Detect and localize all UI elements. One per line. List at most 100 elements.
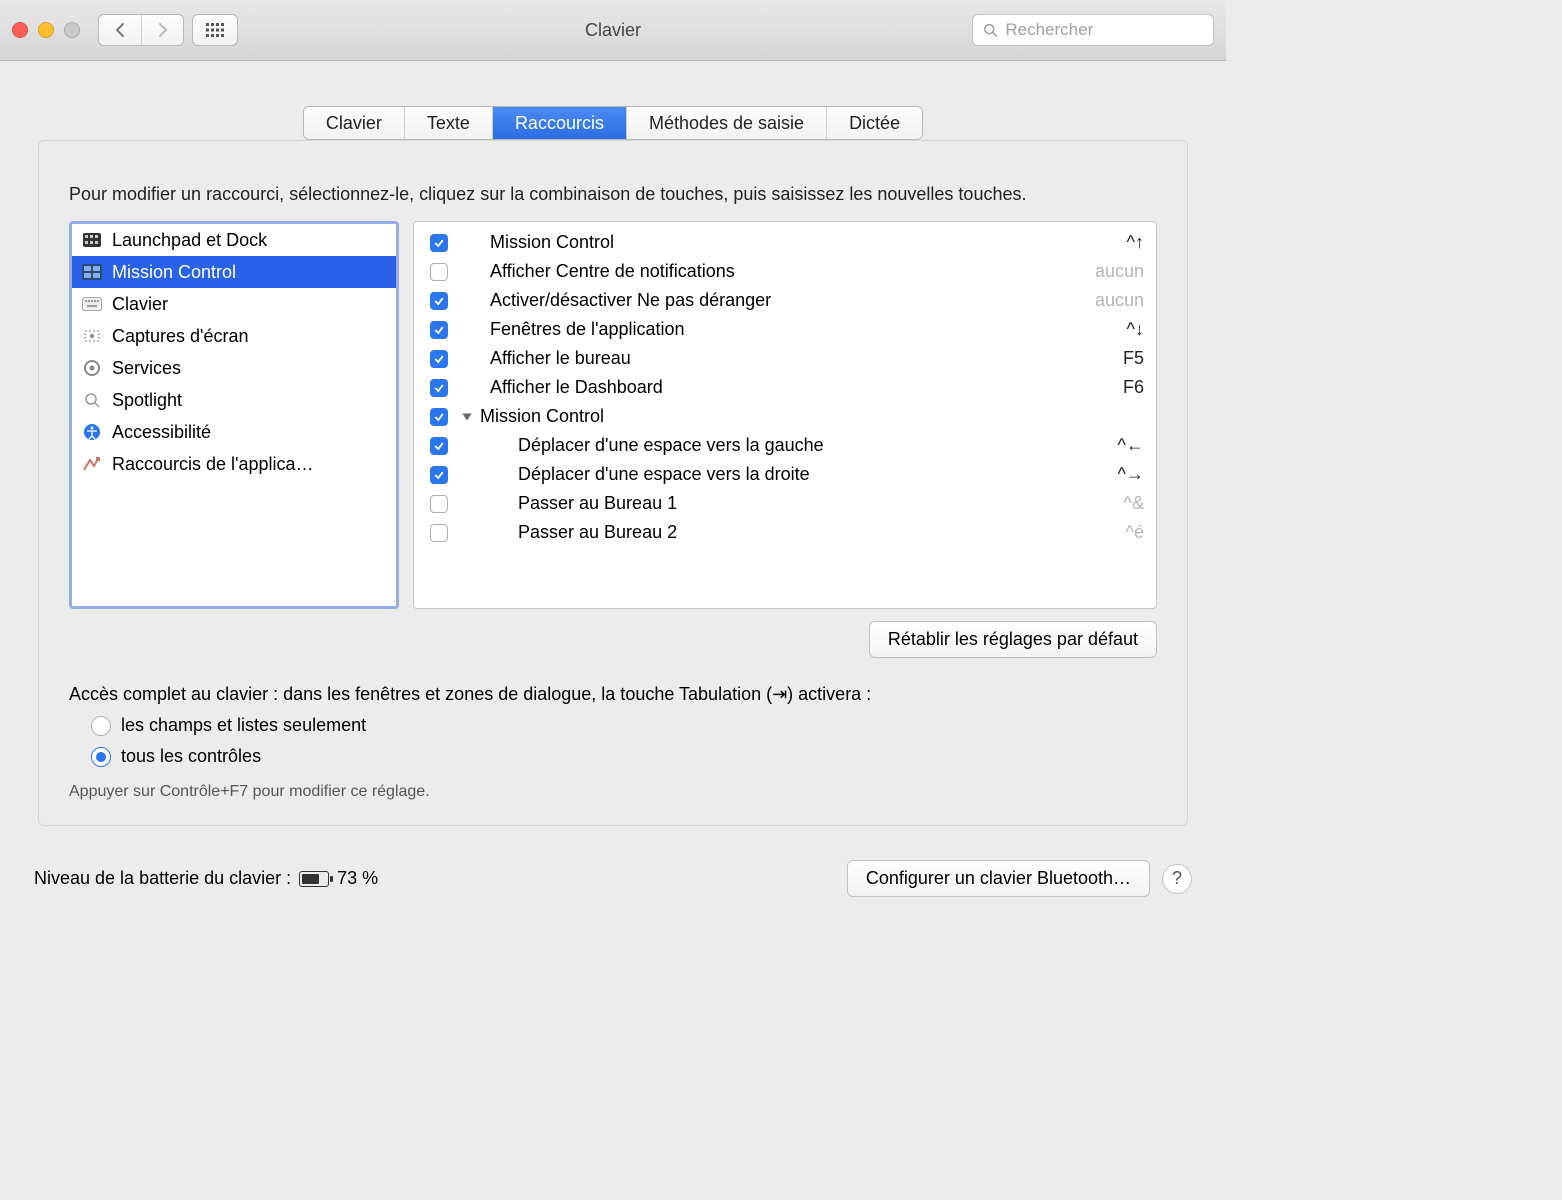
shortcut-row[interactable]: Déplacer d'une espace vers la gauche ^← xyxy=(414,431,1156,460)
category-label: Raccourcis de l'applica… xyxy=(112,454,314,475)
shortcut-label: Afficher le Dashboard xyxy=(490,377,1062,398)
shortcut-row[interactable]: Déplacer d'une espace vers la droite^→ xyxy=(414,460,1156,489)
shortcut-key[interactable]: ^& xyxy=(1074,493,1144,514)
category-label: Mission Control xyxy=(112,262,236,283)
search-input[interactable] xyxy=(1005,20,1203,40)
tab-clavier[interactable]: Clavier xyxy=(304,107,404,139)
search-field[interactable] xyxy=(972,14,1214,46)
capture-icon xyxy=(82,326,102,346)
spotlight-icon xyxy=(82,390,102,410)
shortcut-checkbox[interactable] xyxy=(430,292,448,310)
instruction-text: Pour modifier un raccourci, sélectionnez… xyxy=(69,181,1157,207)
battery-icon xyxy=(299,871,329,887)
shortcut-row[interactable]: Fenêtres de l'application ^↓ xyxy=(414,315,1156,344)
restore-defaults-button[interactable]: Rétablir les réglages par défaut xyxy=(869,621,1157,658)
shortcut-checkbox[interactable] xyxy=(430,321,448,339)
shortcut-key[interactable]: aucun xyxy=(1074,261,1144,282)
shortcut-label: Fenêtres de l'application xyxy=(490,319,1062,340)
shortcut-label: Afficher le bureau xyxy=(490,348,1062,369)
shortcut-checkbox[interactable] xyxy=(430,524,448,542)
category-gear[interactable]: Services xyxy=(72,352,396,384)
shortcut-checkbox[interactable] xyxy=(430,408,448,426)
category-capture[interactable]: Captures d'écran xyxy=(72,320,396,352)
category-mission[interactable]: Mission Control xyxy=(72,256,396,288)
category-label: Clavier xyxy=(112,294,168,315)
shortcut-key[interactable]: ^→ xyxy=(1074,464,1144,485)
search-icon xyxy=(983,22,997,38)
category-spotlight[interactable]: Spotlight xyxy=(72,384,396,416)
shortcut-checkbox[interactable] xyxy=(430,495,448,513)
shortcut-key[interactable]: ^↑ xyxy=(1074,232,1144,253)
shortcut-label: Passer au Bureau 2 xyxy=(490,522,1062,543)
shortcut-row[interactable]: Activer/désactiver Ne pas déranger aucun xyxy=(414,286,1156,315)
preferences-window: Clavier ClavierTexteRaccourcisMéthodes d… xyxy=(0,0,1226,915)
shortcut-checkbox[interactable] xyxy=(430,437,448,455)
show-all-button[interactable] xyxy=(192,14,238,46)
shortcut-label: Afficher Centre de notifications xyxy=(490,261,1062,282)
shortcut-row[interactable]: Mission Control^↑ xyxy=(414,228,1156,257)
category-keyboard[interactable]: Clavier xyxy=(72,288,396,320)
gear-icon xyxy=(82,358,102,378)
category-launchpad[interactable]: Launchpad et Dock xyxy=(72,224,396,256)
radio-button[interactable] xyxy=(91,716,111,736)
shortcut-row[interactable]: Afficher le Dashboard F6 xyxy=(414,373,1156,402)
tab-texte[interactable]: Texte xyxy=(404,107,492,139)
shortcut-key[interactable]: ^← xyxy=(1074,435,1144,456)
shortcut-checkbox[interactable] xyxy=(430,379,448,397)
battery-percent: 73 % xyxy=(337,868,378,889)
bluetooth-keyboard-button[interactable]: Configurer un clavier Bluetooth… xyxy=(847,860,1150,897)
access-radio-0[interactable]: les champs et listes seulement xyxy=(91,715,1157,736)
shortcut-list[interactable]: Mission Control^↑Afficher Centre de noti… xyxy=(413,221,1157,609)
category-label: Captures d'écran xyxy=(112,326,249,347)
shortcut-checkbox[interactable] xyxy=(430,350,448,368)
radio-label: les champs et listes seulement xyxy=(121,715,366,736)
close-window-button[interactable] xyxy=(12,22,28,38)
chevron-left-icon xyxy=(114,22,126,38)
shortcut-row[interactable]: Mission Control xyxy=(414,402,1156,431)
tab-raccourcis[interactable]: Raccourcis xyxy=(492,107,626,139)
minimize-window-button[interactable] xyxy=(38,22,54,38)
category-label: Services xyxy=(112,358,181,379)
radio-button[interactable] xyxy=(91,747,111,767)
category-accessibility[interactable]: Accessibilité xyxy=(72,416,396,448)
zoom-window-button[interactable] xyxy=(64,22,80,38)
category-list[interactable]: Launchpad et Dock Mission Control Clavier C… xyxy=(69,221,399,609)
back-button[interactable] xyxy=(99,15,141,45)
tab-dictée[interactable]: Dictée xyxy=(826,107,922,139)
category-appsc[interactable]: Raccourcis de l'applica… xyxy=(72,448,396,480)
shortcut-label: Déplacer d'une espace vers la gauche xyxy=(490,435,1062,456)
tab-méthodes-de-saisie[interactable]: Méthodes de saisie xyxy=(626,107,826,139)
shortcut-row[interactable]: Afficher le bureau F5 xyxy=(414,344,1156,373)
access-radio-1[interactable]: tous les contrôles xyxy=(91,746,1157,767)
keyboard-icon xyxy=(82,294,102,314)
shortcut-key[interactable]: F6 xyxy=(1074,377,1144,398)
shortcut-label: Activer/désactiver Ne pas déranger xyxy=(490,290,1062,311)
titlebar: Clavier xyxy=(0,0,1226,61)
nav-group xyxy=(98,14,184,46)
shortcut-key[interactable]: ^↓ xyxy=(1074,319,1144,340)
shortcut-checkbox[interactable] xyxy=(430,466,448,484)
accessibility-icon xyxy=(82,422,102,442)
category-label: Accessibilité xyxy=(112,422,211,443)
shortcut-checkbox[interactable] xyxy=(430,234,448,252)
grid-icon xyxy=(206,23,224,37)
access-hint: Appuyer sur Contrôle+F7 pour modifier ce… xyxy=(69,783,1157,801)
shortcut-key[interactable]: F5 xyxy=(1074,348,1144,369)
appsc-icon xyxy=(82,454,102,474)
mission-icon xyxy=(82,262,102,282)
help-button[interactable]: ? xyxy=(1162,864,1192,894)
disclosure-triangle-icon[interactable] xyxy=(460,410,474,424)
shortcut-checkbox[interactable] xyxy=(430,263,448,281)
category-label: Spotlight xyxy=(112,390,182,411)
window-title: Clavier xyxy=(585,20,641,41)
forward-button[interactable] xyxy=(141,15,183,45)
shortcut-key[interactable]: ^é xyxy=(1074,522,1144,543)
shortcut-row[interactable]: Afficher Centre de notifications aucun xyxy=(414,257,1156,286)
keyboard-access-text: Accès complet au clavier : dans les fenê… xyxy=(69,684,1157,705)
chevron-right-icon xyxy=(157,22,169,38)
launchpad-icon xyxy=(82,230,102,250)
shortcut-key[interactable]: aucun xyxy=(1074,290,1144,311)
footer: Niveau de la batterie du clavier : 73 % … xyxy=(0,844,1226,915)
shortcut-row[interactable]: Passer au Bureau 1^& xyxy=(414,489,1156,518)
shortcut-row[interactable]: Passer au Bureau 2 ^é xyxy=(414,518,1156,547)
